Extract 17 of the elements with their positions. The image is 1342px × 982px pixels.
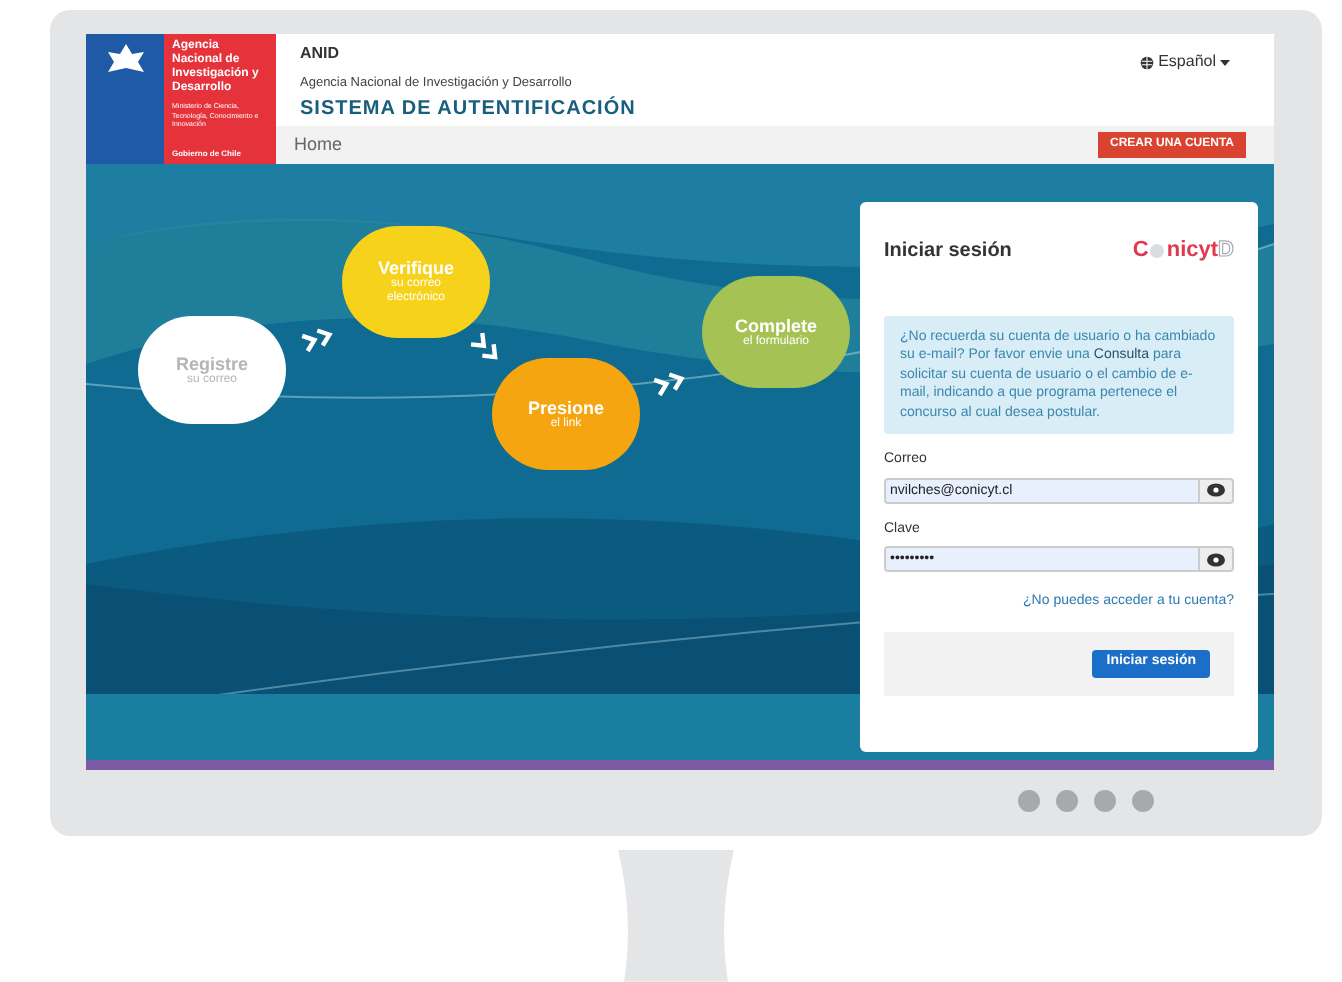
step-title: Verifique (377, 258, 454, 278)
language-menu[interactable]: Español (1140, 50, 1230, 74)
step-title: Complete (734, 315, 817, 335)
show-password-button[interactable] (1200, 477, 1234, 503)
show-password-button[interactable] (1200, 546, 1234, 572)
caret-icon (1220, 59, 1230, 65)
step-title: Registre (175, 353, 248, 373)
system-title: SISTEMA DE AUTENTIFICACIÓN (300, 94, 636, 124)
logo: C nicytD (1132, 236, 1234, 266)
monitor-stand (618, 850, 734, 982)
eye-icon (1206, 551, 1226, 567)
nav-link[interactable]: Home (294, 131, 343, 159)
eye-icon (1206, 482, 1226, 498)
step-title: Presione (527, 397, 605, 417)
login-title: Iniciar sesión (884, 237, 1012, 266)
acronym: ANID (300, 42, 342, 66)
globe-icon (1140, 55, 1155, 69)
